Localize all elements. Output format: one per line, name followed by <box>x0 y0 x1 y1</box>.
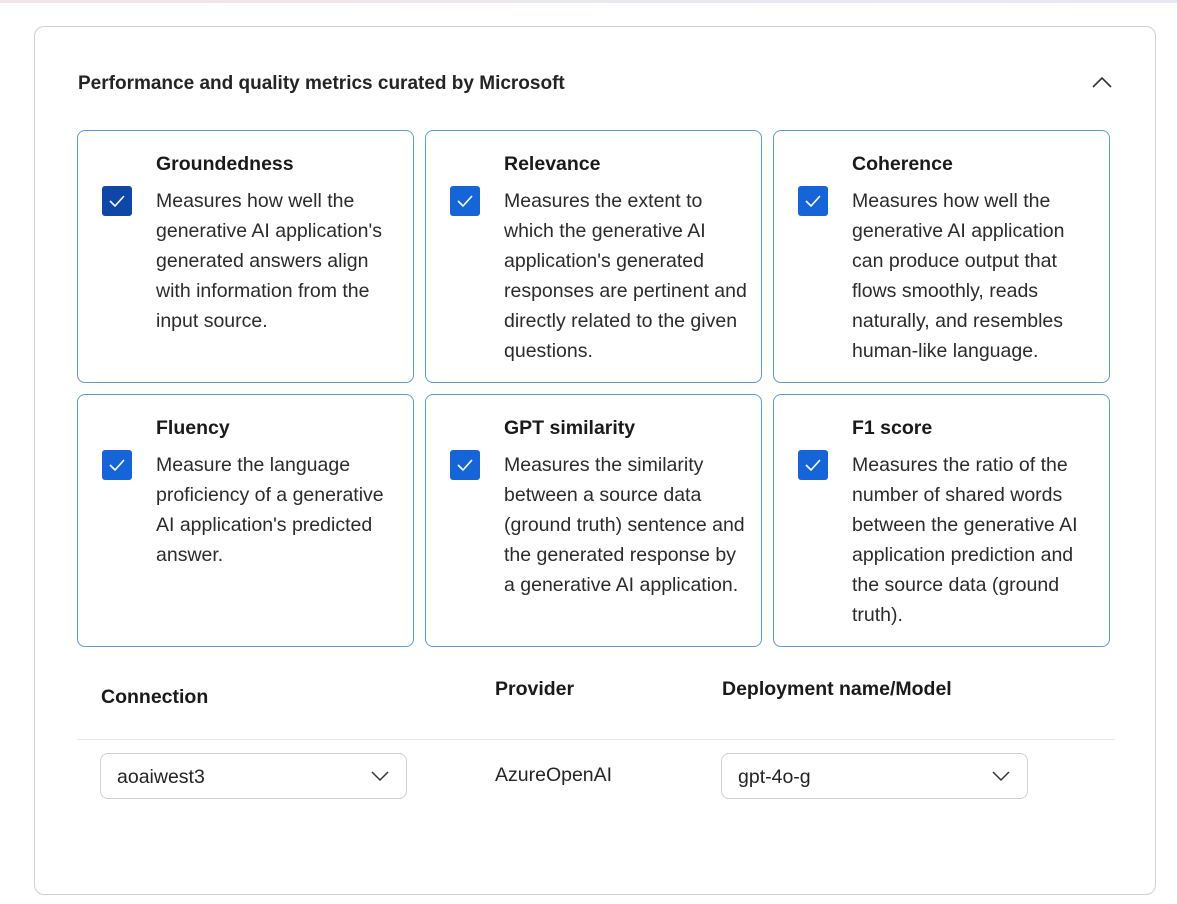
metric-description: Measures how well the generative AI appl… <box>156 190 382 332</box>
chevron-down-icon <box>371 771 389 782</box>
checkmark-icon <box>109 459 125 472</box>
checkmark-icon <box>805 459 821 472</box>
metric-card-f1-score[interactable]: F1 score Measures the ratio of the number… <box>773 394 1110 647</box>
checkbox[interactable] <box>798 186 828 216</box>
divider <box>77 739 1115 740</box>
checkmark-icon <box>109 195 125 208</box>
metric-title: Coherence <box>852 153 953 175</box>
chevron-down-icon <box>992 771 1010 782</box>
metric-title: Fluency <box>156 417 230 439</box>
metric-description: Measures the extent to which the generat… <box>504 190 747 362</box>
metric-title: GPT similarity <box>504 417 636 439</box>
metric-card-gpt-similarity[interactable]: GPT similarity Measures the similarity be… <box>425 394 762 647</box>
metric-card-fluency[interactable]: Fluency Measure the language proficiency … <box>77 394 414 647</box>
provider-value: AzureOpenAI <box>495 764 613 786</box>
deployment-dropdown[interactable]: gpt-4o-g <box>721 753 1028 799</box>
checkbox[interactable] <box>450 186 480 216</box>
connection-header: Connection <box>101 686 209 708</box>
checkbox[interactable] <box>102 450 132 480</box>
deployment-value: gpt-4o-g <box>738 766 811 788</box>
metric-card-coherence[interactable]: Coherence Measures how well the generativ… <box>773 130 1110 383</box>
chevron-up-icon[interactable] <box>1090 72 1114 92</box>
metric-title: Groundedness <box>156 153 294 175</box>
checkbox[interactable] <box>102 186 132 216</box>
checkmark-icon <box>457 459 473 472</box>
checkmark-icon <box>457 195 473 208</box>
deployment-header: Deployment name/Model <box>722 678 952 700</box>
checkbox[interactable] <box>798 450 828 480</box>
metric-description: Measure the language proficiency of a ge… <box>156 454 384 566</box>
checkmark-icon <box>805 195 821 208</box>
connection-dropdown[interactable]: aoaiwest3 <box>100 753 407 799</box>
metric-description: Measures the similarity between a source… <box>504 454 745 596</box>
metric-title: F1 score <box>852 417 933 439</box>
section-title: Performance and quality metrics curated … <box>78 73 565 94</box>
metric-title: Relevance <box>504 153 601 175</box>
metric-description: Measures the ratio of the number of shar… <box>852 454 1078 626</box>
top-accent-line <box>0 0 1177 3</box>
metric-description: Measures how well the generative AI appl… <box>852 190 1065 362</box>
connection-value: aoaiwest3 <box>117 766 205 788</box>
metric-card-groundedness[interactable]: Groundedness Measures how well the genera… <box>77 130 414 383</box>
provider-header: Provider <box>495 678 575 700</box>
checkbox[interactable] <box>450 450 480 480</box>
metric-card-relevance[interactable]: Relevance Measures the extent to which th… <box>425 130 762 383</box>
